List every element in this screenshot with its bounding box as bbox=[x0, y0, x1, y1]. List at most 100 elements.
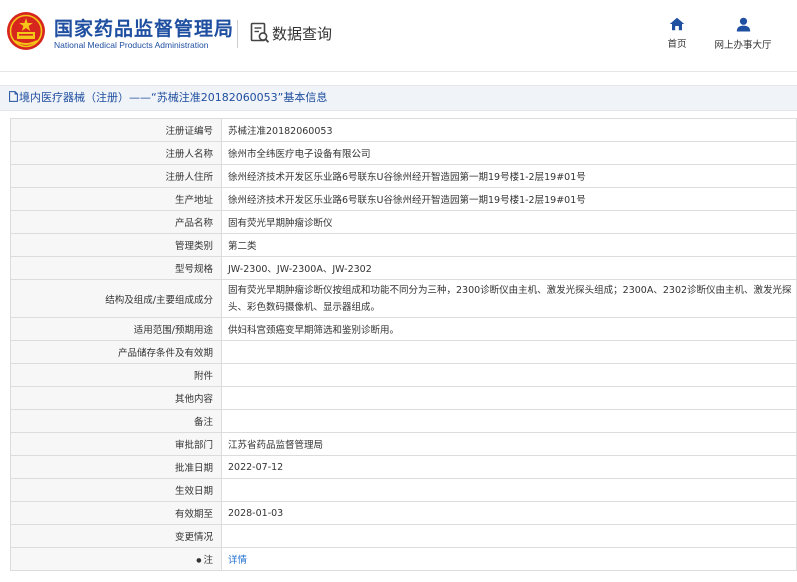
field-label-text: 管理类别 bbox=[174, 241, 213, 252]
table-row: 生效日期 bbox=[10, 478, 797, 502]
field-label: 其他内容 bbox=[10, 386, 222, 410]
field-label-text: 型号规格 bbox=[174, 264, 213, 275]
nav-home-label: 首页 bbox=[667, 39, 687, 50]
field-label-text: 注 bbox=[203, 555, 213, 566]
org-name-cn: 国家药品监督管理局 bbox=[54, 18, 235, 40]
field-label-text: 产品储存条件及有效期 bbox=[117, 348, 213, 359]
table-row: 管理类别 第二类 bbox=[10, 233, 797, 257]
field-value-text: 固有荧光早期肿瘤诊断仪 bbox=[228, 218, 333, 229]
field-label-text: 批准日期 bbox=[174, 463, 213, 474]
field-label: 产品储存条件及有效期 bbox=[10, 340, 222, 364]
field-value: 徐州市全纬医疗电子设备有限公司 bbox=[221, 141, 797, 165]
field-label-text: 审批部门 bbox=[174, 440, 213, 451]
header-divider bbox=[237, 20, 238, 48]
org-name-en: National Medical Products Administration bbox=[54, 40, 209, 50]
field-label: 注册人名称 bbox=[10, 141, 222, 165]
field-value-text: 徐州市全纬医疗电子设备有限公司 bbox=[228, 149, 371, 160]
field-label-text: 适用范围/预期用途 bbox=[133, 325, 213, 336]
field-value: 2028-01-03 bbox=[221, 501, 797, 525]
field-label: 注册人住所 bbox=[10, 164, 222, 188]
field-label: 变更情况 bbox=[10, 524, 222, 548]
field-value bbox=[221, 524, 797, 548]
field-label-text: 备注 bbox=[193, 417, 213, 428]
field-label-text: 变更情况 bbox=[174, 532, 213, 543]
field-value bbox=[221, 409, 797, 433]
field-value: 江苏省药品监督管理局 bbox=[221, 432, 797, 456]
field-value-text: 苏械注准20182060053 bbox=[228, 126, 333, 137]
table-row: 审批部门 江苏省药品监督管理局 bbox=[10, 432, 797, 456]
national-emblem-logo[interactable] bbox=[6, 11, 46, 51]
table-row: 变更情况 bbox=[10, 524, 797, 548]
field-value: 供妇科宫颈癌变早期筛选和鉴别诊断用。 bbox=[221, 317, 797, 341]
field-value-text: JW-2300、JW-2300A、JW-2302 bbox=[228, 264, 372, 275]
table-row: 注册人名称 徐州市全纬医疗电子设备有限公司 bbox=[10, 141, 797, 165]
field-value: 徐州经济技术开发区乐业路6号联东U谷徐州经开智造园第一期19号楼1-2层19#0… bbox=[221, 187, 797, 211]
table-row: 批准日期 2022-07-12 bbox=[10, 455, 797, 479]
user-icon bbox=[736, 17, 750, 32]
field-value bbox=[221, 340, 797, 364]
field-value: 徐州经济技术开发区乐业路6号联东U谷徐州经开智造园第一期19号楼1-2层19#0… bbox=[221, 164, 797, 188]
field-label: 附件 bbox=[10, 363, 222, 387]
table-row: 注册证编号 苏械注准20182060053 bbox=[10, 118, 797, 142]
field-label: ● 注 bbox=[10, 547, 222, 571]
field-label: 备注 bbox=[10, 409, 222, 433]
field-label: 型号规格 bbox=[10, 256, 222, 280]
field-label: 注册证编号 bbox=[10, 118, 222, 142]
field-label: 审批部门 bbox=[10, 432, 222, 456]
field-label: 适用范围/预期用途 bbox=[10, 317, 222, 341]
details-link[interactable]: 详情 bbox=[228, 555, 247, 566]
field-value: JW-2300、JW-2300A、JW-2302 bbox=[221, 256, 797, 280]
field-value-text: 供妇科宫颈癌变早期筛选和鉴别诊断用。 bbox=[228, 325, 400, 336]
field-value: 2022-07-12 bbox=[221, 455, 797, 479]
field-label: 管理类别 bbox=[10, 233, 222, 257]
field-label-text: 生产地址 bbox=[174, 195, 213, 206]
table-row: 适用范围/预期用途 供妇科宫颈癌变早期筛选和鉴别诊断用。 bbox=[10, 317, 797, 341]
table-row: 产品名称 固有荧光早期肿瘤诊断仪 bbox=[10, 210, 797, 234]
nav-online-hall-link[interactable]: 网上办事大厅 bbox=[710, 17, 776, 51]
field-label-text: 生效日期 bbox=[174, 486, 213, 497]
site-header: 国家药品监督管理局 National Medical Products Admi… bbox=[0, 0, 797, 72]
document-icon bbox=[9, 91, 18, 102]
data-query-icon bbox=[250, 22, 270, 43]
field-value-text: 徐州经济技术开发区乐业路6号联东U谷徐州经开智造园第一期19号楼1-2层19#0… bbox=[228, 195, 586, 206]
field-value bbox=[221, 478, 797, 502]
device-info-table: 注册证编号 苏械注准20182060053 注册人名称 徐州市全纬医疗电子设备有限公司… bbox=[10, 118, 797, 571]
field-label-text: 结构及组成/主要组成成分 bbox=[105, 294, 213, 306]
field-label-text: 注册人住所 bbox=[165, 172, 213, 183]
breadcrumb: 境内医疗器械（注册）——“苏械注准20182060053”基本信息 bbox=[0, 85, 797, 111]
table-row: 产品储存条件及有效期 bbox=[10, 340, 797, 364]
field-value-text: 江苏省药品监督管理局 bbox=[228, 440, 324, 451]
field-label: 生产地址 bbox=[10, 187, 222, 211]
field-value: 详情 bbox=[221, 547, 797, 571]
data-query-title: 数据查询 bbox=[272, 25, 333, 43]
field-value-text: 2028-01-03 bbox=[228, 507, 284, 519]
field-label: 产品名称 bbox=[10, 210, 222, 234]
field-value: 第二类 bbox=[221, 233, 797, 257]
field-value bbox=[221, 386, 797, 410]
field-label-text: 注册人名称 bbox=[165, 149, 213, 160]
nav-online-hall-label: 网上办事大厅 bbox=[714, 40, 772, 51]
field-label: 有效期至 bbox=[10, 501, 222, 525]
table-row: 型号规格 JW-2300、JW-2300A、JW-2302 bbox=[10, 256, 797, 280]
field-label-text: 有效期至 bbox=[174, 509, 213, 520]
field-value: 固有荧光早期肿瘤诊断仪 bbox=[221, 210, 797, 234]
home-icon bbox=[669, 17, 685, 31]
table-row: 附件 bbox=[10, 363, 797, 387]
field-label-text: 其他内容 bbox=[174, 394, 213, 405]
field-value-text: 第二类 bbox=[228, 241, 257, 252]
table-row: 有效期至 2028-01-03 bbox=[10, 501, 797, 525]
field-value: 苏械注准20182060053 bbox=[221, 118, 797, 142]
table-row: 备注 bbox=[10, 409, 797, 433]
bullet-icon: ● bbox=[196, 557, 202, 564]
field-label: 结构及组成/主要组成成分 bbox=[10, 279, 222, 318]
field-value bbox=[221, 363, 797, 387]
field-value-text: 2022-07-12 bbox=[228, 461, 284, 473]
field-label-text: 产品名称 bbox=[174, 218, 213, 229]
table-row: 结构及组成/主要组成成分 固有荧光早期肿瘤诊断仪按组成和功能不同分为三种，2300… bbox=[10, 279, 797, 318]
field-label-text: 附件 bbox=[193, 371, 213, 382]
field-value-text: 固有荧光早期肿瘤诊断仪按组成和功能不同分为三种，2300诊断仪由主机、激发光探头… bbox=[228, 284, 792, 313]
table-row: ● 注详情 bbox=[10, 547, 797, 571]
table-row: 其他内容 bbox=[10, 386, 797, 410]
field-value: 固有荧光早期肿瘤诊断仪按组成和功能不同分为三种，2300诊断仪由主机、激发光探头… bbox=[221, 279, 797, 318]
nav-home-link[interactable]: 首页 bbox=[660, 17, 694, 50]
